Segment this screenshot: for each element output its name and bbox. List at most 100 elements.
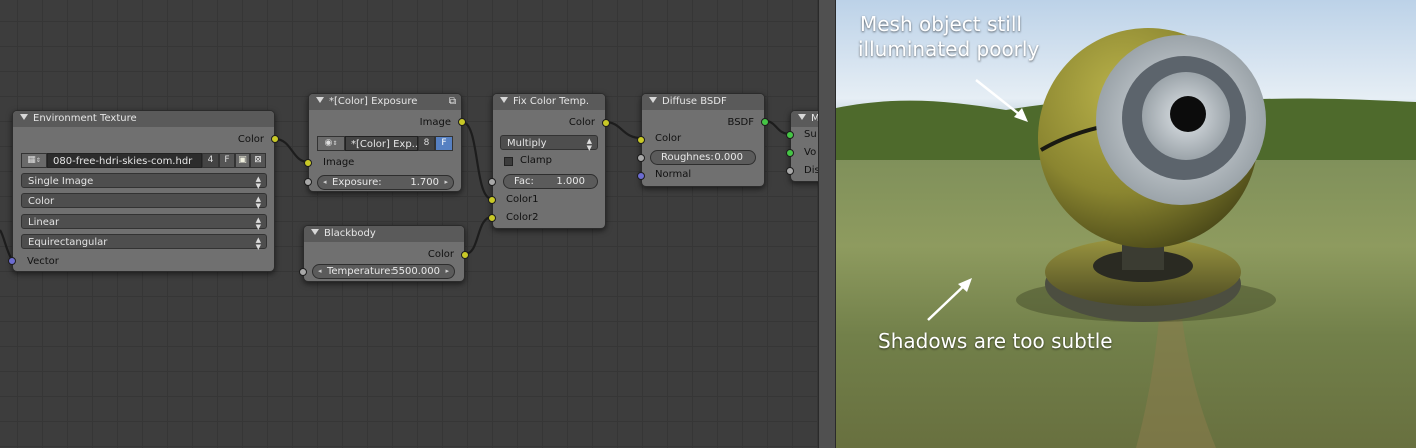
output-image-socket[interactable] (458, 118, 466, 126)
fac-field[interactable]: Fac: 1.000 (503, 174, 598, 189)
updown-icon: ▲ ▼ (586, 137, 592, 152)
group-edit-icon[interactable]: ⧉ (449, 94, 456, 110)
color-space-value: Color (28, 196, 55, 207)
collapse-triangle-icon[interactable] (20, 114, 28, 120)
decrement-arrow-icon[interactable]: ◂ (318, 265, 322, 278)
exposure-value: 1.700 (410, 177, 439, 188)
input-image-socket[interactable] (304, 159, 312, 167)
link-mix-to-diffuse (604, 120, 642, 140)
output-color-label: Color (427, 249, 454, 260)
source-dropdown[interactable]: Single Image ▲ ▼ (21, 173, 267, 190)
diffuse-bsdf-node[interactable]: Diffuse BSDF BSDF Color Roughnes: 0.000 N… (637, 93, 769, 187)
material-output-node[interactable]: M Su Vo Dis (786, 110, 818, 182)
exposure-field[interactable]: ◂ Exposure: 1.700 ▸ (317, 175, 454, 190)
output-image-label: Image (419, 117, 451, 128)
interpolation-dropdown[interactable]: Linear ▲ ▼ (21, 214, 267, 231)
input-displacement-socket[interactable] (786, 167, 794, 175)
output-color-label: Color (237, 134, 264, 145)
updown-icon: ⇕ (332, 140, 338, 147)
collapse-triangle-icon[interactable] (311, 229, 319, 235)
link-blackbody-to-mix (464, 215, 493, 256)
increment-arrow-icon[interactable]: ▸ (444, 176, 448, 189)
input-normal-socket[interactable] (637, 172, 645, 180)
exposure-label: Exposure: (332, 177, 382, 188)
fake-user-button[interactable]: F (435, 136, 453, 151)
link-env-to-exposure (274, 137, 309, 164)
annotation-top-line1: Mesh object still (860, 12, 1022, 36)
input-color-socket[interactable] (637, 136, 645, 144)
collapse-triangle-icon[interactable] (649, 97, 657, 103)
node-title: Blackbody (324, 228, 376, 239)
temperature-field[interactable]: ◂ Temperature: 5500.000 ▸ (312, 264, 455, 279)
output-color-socket[interactable] (271, 135, 279, 143)
image-browse-button[interactable]: ▦⇕ (21, 153, 47, 168)
fac-value: 1.000 (556, 176, 585, 187)
input-volume-socket[interactable] (786, 149, 794, 157)
clamp-label: Clamp (520, 155, 552, 166)
collapse-triangle-icon[interactable] (500, 97, 508, 103)
updown-icon: ▲ ▼ (255, 175, 261, 190)
image-name-field[interactable]: 080-free-hdri-skies-com.hdr (47, 153, 202, 168)
collapse-triangle-icon[interactable] (316, 97, 324, 103)
node-group-browse-button[interactable]: ◉⇕ (317, 136, 345, 151)
updown-icon: ▲ ▼ (255, 195, 261, 210)
image-users-count[interactable]: 4 (202, 153, 219, 168)
annotation-arrow-bottom (927, 281, 969, 321)
input-image-label: Image (323, 157, 355, 168)
input-surface-socket[interactable] (786, 131, 794, 139)
input-color1-label: Color1 (506, 194, 539, 205)
eye-pupil (1170, 96, 1206, 132)
node-header[interactable]: *[Color] Exposure ⧉ (309, 94, 461, 110)
node-header[interactable]: Blackbody (304, 226, 464, 242)
input-displacement-label: Dis (804, 165, 818, 176)
open-file-icon[interactable]: ▣ (235, 153, 250, 168)
environment-texture-node[interactable]: Environment Texture Color ▦⇕ 080-free-hd… (8, 110, 279, 272)
render-scene (836, 28, 1416, 448)
input-color2-socket[interactable] (488, 214, 496, 222)
node-editor[interactable]: Environment Texture Color ▦⇕ 080-free-hd… (0, 0, 818, 448)
input-vector-label: Vector (27, 256, 59, 267)
clamp-checkbox[interactable] (504, 157, 513, 166)
group-name-field[interactable]: *[Color] Exp... (345, 136, 418, 151)
output-color-socket[interactable] (602, 119, 610, 127)
increment-arrow-icon[interactable]: ▸ (445, 265, 449, 278)
decrement-arrow-icon[interactable]: ◂ (323, 176, 327, 189)
group-users-count[interactable]: 8 (418, 136, 435, 151)
annotation-top-line2: illuminated poorly (858, 37, 1040, 61)
node-header[interactable]: Diffuse BSDF (642, 94, 764, 110)
node-title: Fix Color Temp. (513, 96, 590, 107)
unlink-icon[interactable]: ⊠ (250, 153, 266, 168)
fake-user-button[interactable]: F (219, 153, 235, 168)
input-temperature-socket[interactable] (299, 268, 307, 276)
blend-mode-dropdown[interactable]: Multiply ▲ ▼ (500, 135, 598, 152)
projection-value: Equirectangular (28, 237, 108, 248)
node-header[interactable]: Fix Color Temp. (493, 94, 605, 110)
output-bsdf-socket[interactable] (761, 118, 769, 126)
input-color-label: Color (655, 133, 682, 144)
input-volume-label: Vo (804, 147, 817, 158)
temperature-label: Temperature: (327, 266, 394, 277)
area-divider[interactable] (818, 0, 836, 448)
interpolation-value: Linear (28, 217, 60, 228)
node-title: M (811, 113, 818, 124)
source-value: Single Image (28, 176, 94, 187)
blackbody-node[interactable]: Blackbody Color ◂ Temperature: 5500.000 ▸ (299, 225, 469, 282)
node-header[interactable]: Environment Texture (13, 111, 274, 127)
input-vector-socket[interactable] (8, 257, 16, 265)
node-header[interactable]: M (791, 111, 818, 127)
roughness-label: Roughnes: (661, 152, 714, 163)
input-roughness-socket[interactable] (637, 154, 645, 162)
exposure-group-node[interactable]: *[Color] Exposure ⧉ Image ◉⇕ *[Color] Exp… (304, 93, 466, 192)
input-color1-socket[interactable] (488, 196, 496, 204)
output-color-socket[interactable] (461, 251, 469, 259)
projection-dropdown[interactable]: Equirectangular ▲ ▼ (21, 234, 267, 251)
updown-icon: ⇕ (35, 157, 41, 164)
fix-color-temp-node[interactable]: Fix Color Temp. Color Multiply ▲ ▼ Clamp F… (488, 93, 610, 229)
annotation-bottom: Shadows are too subtle (878, 329, 1113, 353)
color-space-dropdown[interactable]: Color ▲ ▼ (21, 193, 267, 210)
input-fac-socket[interactable] (488, 178, 496, 186)
collapse-triangle-icon[interactable] (798, 114, 806, 120)
input-exposure-socket[interactable] (304, 178, 312, 186)
input-normal-label: Normal (655, 169, 692, 180)
roughness-field[interactable]: Roughnes: 0.000 (650, 150, 756, 165)
